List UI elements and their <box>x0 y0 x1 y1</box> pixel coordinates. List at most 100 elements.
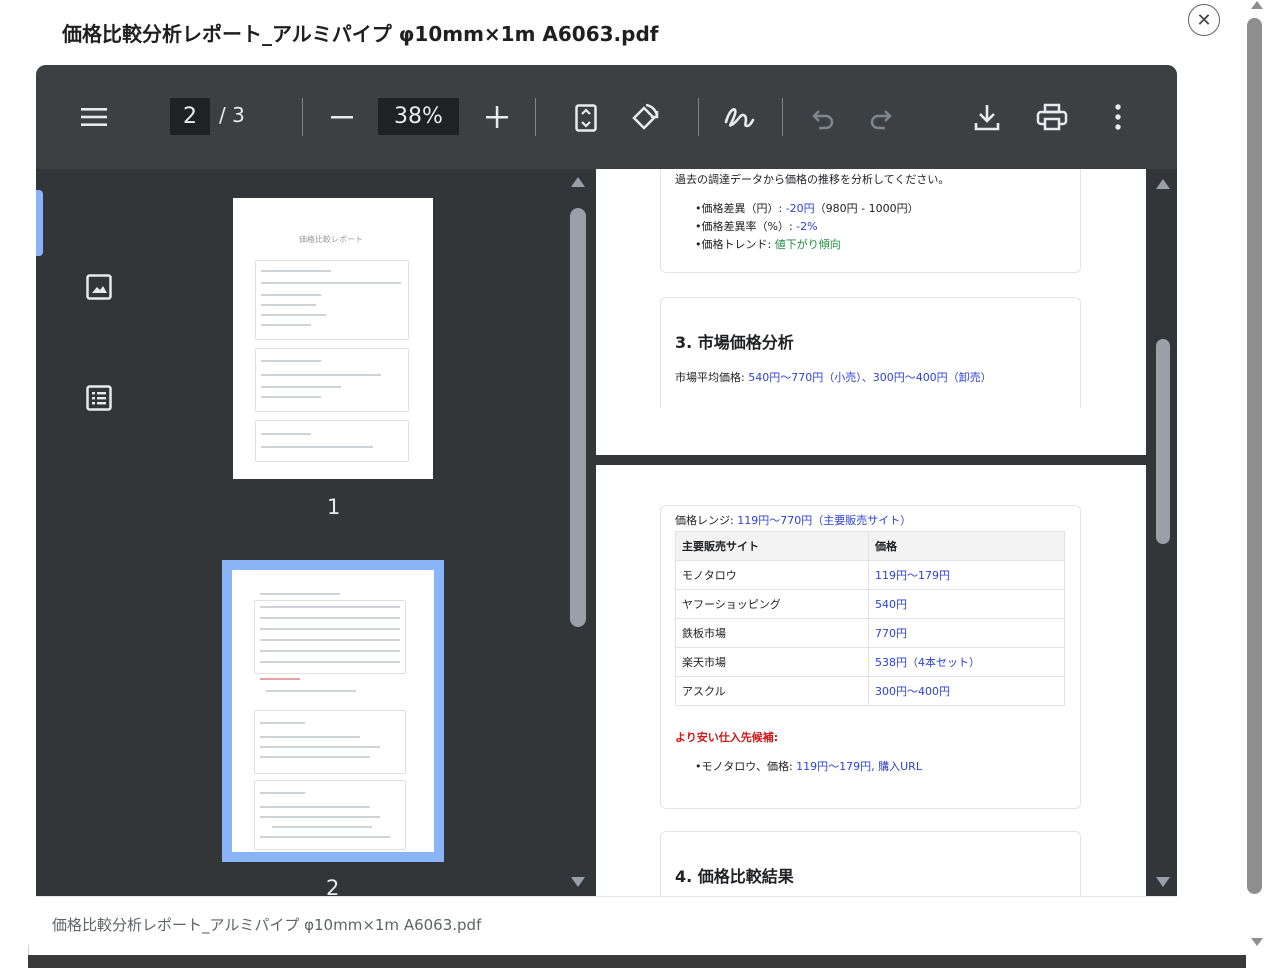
thumbnail-line <box>260 617 400 619</box>
redo-icon[interactable] <box>868 105 894 131</box>
thumbnail-line <box>260 746 380 748</box>
sidebar-scroll-thumb[interactable] <box>570 208 586 627</box>
scroll-down-arrow-icon[interactable] <box>569 875 587 889</box>
site-cell: モノタロウ <box>675 560 869 590</box>
thumbnail-line <box>261 282 401 284</box>
price-cell: 770円 <box>868 618 1065 648</box>
price-cell: 538円（4本セット） <box>868 647 1065 677</box>
diff-yen-item: •価格差異（円）: -20円（980円 - 1000円） <box>695 202 919 215</box>
page-thumbnail-2-selected[interactable] <box>222 560 444 862</box>
thumbnail-line <box>260 678 300 680</box>
price-table: 主要販売サイト 価格 モノタロウ 119円〜179円 ヤフーショッピング 540円 … <box>675 531 1065 706</box>
thumbnail-section <box>255 260 409 340</box>
price-cell: 300円〜400円 <box>868 676 1065 706</box>
toolbar-divider <box>698 98 699 136</box>
page-total: / 3 <box>219 103 245 127</box>
price-range: 価格レンジ: 119円〜770円（主要販売サイト） <box>675 514 912 527</box>
site-cell: 楽天市場 <box>675 647 869 677</box>
outline-icon[interactable] <box>85 384 113 412</box>
page-number-input[interactable]: 2 <box>170 98 210 135</box>
thumbnail-line <box>261 270 331 272</box>
thumbnail-line <box>261 446 373 448</box>
pdf-page-2: 価格レンジ: 119円〜770円（主要販売サイト） 主要販売サイト 価格 モノタ… <box>596 465 1146 896</box>
scroll-up-arrow-icon[interactable] <box>569 175 587 189</box>
price-range-section: 価格レンジ: 119円〜770円（主要販売サイト） 主要販売サイト 価格 モノタ… <box>660 505 1081 809</box>
thumbnail-line <box>260 639 400 641</box>
zoom-out-icon[interactable] <box>330 105 354 129</box>
thumbnail-section <box>254 780 406 850</box>
table-row: 楽天市場 538円（4本セット） <box>675 647 1065 677</box>
zoom-level-input[interactable]: 38% <box>378 98 459 135</box>
zoom-in-icon[interactable] <box>485 105 509 129</box>
print-icon[interactable] <box>1035 102 1069 132</box>
page-scroll-thumb[interactable] <box>1247 18 1262 894</box>
footer-filename: 価格比較分析レポート_アルミパイプ φ10mm×1m A6063.pdf <box>52 916 482 934</box>
thumbnail-line <box>260 806 370 808</box>
thumbnail-line <box>261 324 311 326</box>
bottom-edge <box>28 955 1246 968</box>
table-row: モノタロウ 119円〜179円 <box>675 560 1065 590</box>
thumbnail-line <box>261 304 316 306</box>
thumbnail-line <box>261 294 321 296</box>
page-thumbnail-1[interactable]: 価格比較レポート <box>233 198 433 479</box>
thumbnail-line <box>260 792 305 794</box>
document-scroll-thumb[interactable] <box>1156 339 1170 544</box>
pdf-viewer: 2 / 3 38% 価格比較レポート 1 2 過去の調達データから価格の推移を分… <box>36 65 1177 896</box>
thumbnail-title: 価格比較レポート <box>299 235 363 244</box>
download-icon[interactable] <box>973 102 1001 132</box>
thumbnail-line <box>261 433 311 435</box>
document-view: 過去の調達データから価格の推移を分析してください。 •価格差異（円）: -20円… <box>596 169 1177 896</box>
thumbnail-label-1: 1 <box>327 495 341 519</box>
more-icon[interactable] <box>1107 102 1129 132</box>
purchase-link[interactable]: 119円〜179円, 購入URL <box>796 760 922 773</box>
thumbnail-line <box>261 386 341 388</box>
dialog-footer: 価格比較分析レポート_アルミパイプ φ10mm×1m A6063.pdf <box>36 896 1177 955</box>
scroll-down-arrow-icon[interactable] <box>1249 936 1265 948</box>
thumbnail-line <box>261 360 321 362</box>
rotate-icon[interactable] <box>627 101 661 135</box>
active-rail-indicator <box>36 190 43 256</box>
thumbnail-line <box>266 690 356 692</box>
page-scrollbar[interactable] <box>1246 0 1276 968</box>
comparison-section: 4. 価格比較結果 <box>660 831 1081 896</box>
table-header-row: 主要販売サイト 価格 <box>675 531 1065 561</box>
thumbnail-section <box>255 348 409 412</box>
fit-page-icon[interactable] <box>573 103 599 133</box>
annotate-icon[interactable] <box>722 101 756 133</box>
scroll-up-arrow-icon[interactable] <box>1154 177 1172 191</box>
thumbnails-icon[interactable] <box>85 273 113 301</box>
close-icon[interactable]: ✕ <box>1188 4 1220 36</box>
thumbnail-page <box>232 570 434 852</box>
table-row: 鉄板市場 770円 <box>675 618 1065 648</box>
market-section: 3. 市場価格分析 市場平均価格: 540円〜770円（小売）、300円〜400… <box>660 297 1081 408</box>
menu-icon[interactable] <box>80 103 108 131</box>
thumbnail-line <box>272 826 372 828</box>
document-scrollbar[interactable] <box>1148 169 1177 896</box>
thumbnail-line <box>260 736 360 738</box>
toolbar-divider <box>535 98 536 136</box>
toolbar-divider <box>302 98 303 136</box>
price-cell: 540円 <box>868 589 1065 619</box>
site-cell: ヤフーショッピング <box>675 589 869 619</box>
thumbnail-section <box>254 710 406 774</box>
site-cell: アスクル <box>675 676 869 706</box>
thumbnail-section <box>255 420 409 462</box>
undo-icon[interactable] <box>810 105 836 131</box>
cheaper-supplier-label: より安い仕入先候補: <box>675 731 779 744</box>
trend-intro: 過去の調達データから価格の推移を分析してください。 <box>675 173 950 186</box>
thumbnail-line <box>261 314 326 316</box>
pdf-page-1: 過去の調達データから価格の推移を分析してください。 •価格差異（円）: -20円… <box>596 169 1146 455</box>
site-cell: 鉄板市場 <box>675 618 869 648</box>
thumbnail-line <box>260 836 390 838</box>
thumbnail-line <box>261 396 321 398</box>
scroll-up-arrow-icon[interactable] <box>1249 0 1265 10</box>
thumbnail-line <box>260 593 340 595</box>
market-heading: 3. 市場価格分析 <box>675 333 794 352</box>
comparison-heading: 4. 価格比較結果 <box>675 867 794 886</box>
cheaper-supplier-item: •モノタロウ、価格: 119円〜179円, 購入URL <box>695 760 922 773</box>
table-row: アスクル 300円〜400円 <box>675 676 1065 706</box>
diff-pct-item: •価格差異率（%）: -2% <box>695 220 818 233</box>
sidebar-scrollbar[interactable] <box>563 169 596 896</box>
left-edge <box>0 0 29 968</box>
scroll-down-arrow-icon[interactable] <box>1154 875 1172 889</box>
